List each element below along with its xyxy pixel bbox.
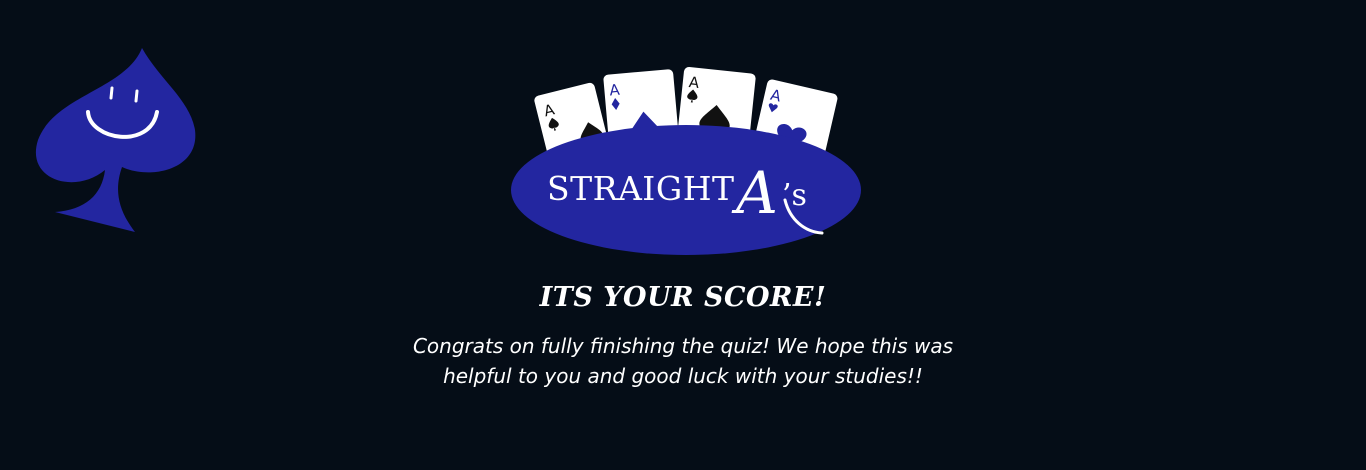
logo-wordmark: STRAIGHT [547,169,734,208]
left-eye [109,86,114,100]
spade-body [35,48,196,232]
congrats-message: Congrats on fully finishing the quiz! We… [412,334,954,388]
score-heading: ITS YOUR SCORE! [539,282,827,313]
smiling-spade-icon [30,40,205,240]
logo-letter-a: A [731,159,778,227]
straight-as-logo: A A A A STRAIGHT A ’s [500,50,870,265]
right-eye [134,89,139,103]
logo-letter-suffix: ’s [782,178,807,213]
